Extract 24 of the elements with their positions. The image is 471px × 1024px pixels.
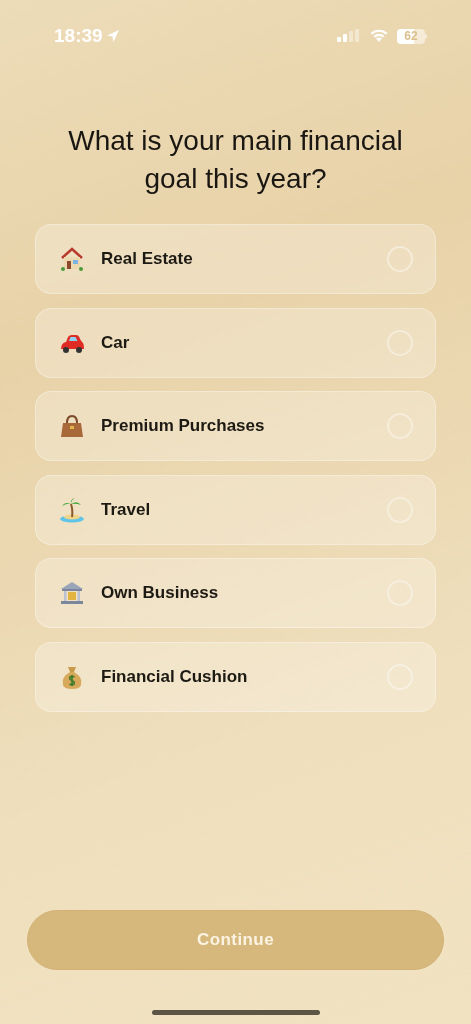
radio-button[interactable] (387, 413, 413, 439)
radio-button[interactable] (387, 246, 413, 272)
battery-icon: 62 (397, 28, 427, 44)
radio-button[interactable] (387, 329, 413, 356)
option-card[interactable]: Real Estate (35, 224, 436, 294)
clock-time: 18:39 (54, 23, 103, 48)
option-label: Premium Purchases (101, 415, 266, 438)
option-label: Travel (101, 498, 152, 521)
signal-icon (337, 29, 361, 43)
option-label: Own Business (101, 582, 220, 605)
bank-building-icon (58, 579, 86, 607)
handbag-icon (58, 412, 86, 440)
option-card[interactable]: Car (35, 307, 436, 378)
question-title: What is your main financial goal this year? (67, 124, 404, 196)
wifi-icon (369, 29, 389, 43)
option-card[interactable]: Travel (35, 474, 436, 545)
option-label: Real Estate (101, 248, 194, 271)
option-card[interactable]: Premium Purchases (35, 391, 436, 461)
house-icon (58, 245, 86, 273)
option-card[interactable]: Financial Cushion (35, 641, 436, 712)
option-card[interactable]: Own Business (35, 558, 436, 628)
location-arrow-icon (105, 29, 120, 43)
option-label: Financial Cushion (101, 665, 249, 688)
option-label: Car (101, 331, 131, 354)
